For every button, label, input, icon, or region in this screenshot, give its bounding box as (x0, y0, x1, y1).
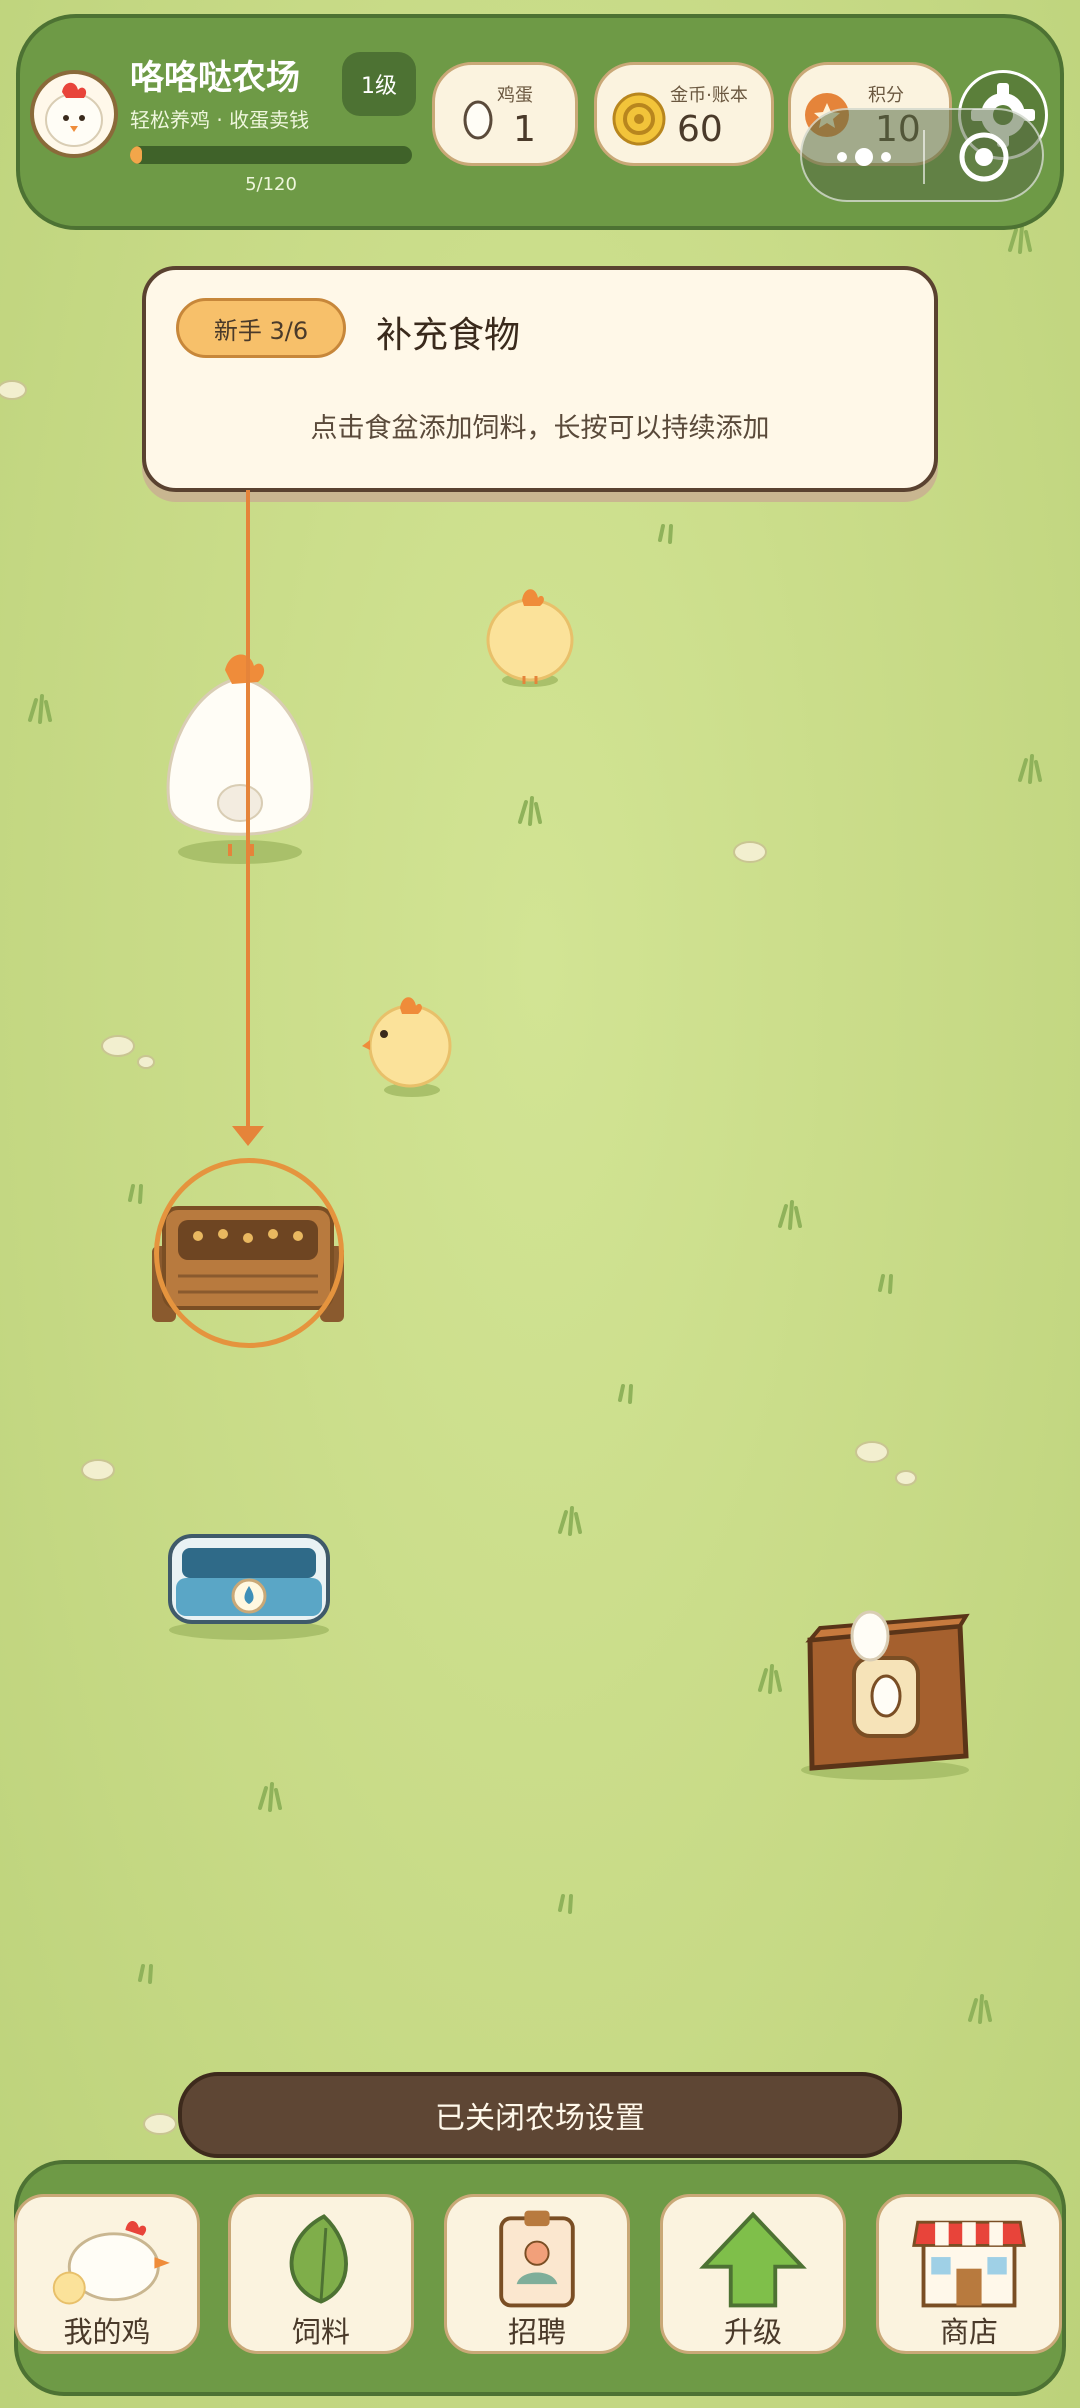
egg-counter[interactable]: 鸡蛋 1 (432, 62, 578, 166)
nav-shop[interactable]: 商店 (876, 2194, 1062, 2354)
xp-progress-fill (130, 146, 142, 164)
leaf-icon (289, 2214, 348, 2304)
xp-progress-bar (130, 146, 412, 164)
nav-upgrade[interactable]: 升级 (660, 2194, 846, 2354)
chicken-face-icon (45, 82, 103, 147)
chick-character[interactable] (360, 990, 460, 1100)
tutorial-title: 补充食物 (376, 315, 521, 356)
tutorial-description: 点击食盆添加饲料，长按可以持续添加 (310, 413, 770, 444)
egg-value: 1 (513, 109, 536, 150)
tutorial-card: 新手 3/6 补充食物 点击食盆添加饲料，长按可以持续添加 (142, 266, 938, 492)
nav-label: 商店 (939, 2315, 998, 2349)
shop-icon (912, 2220, 1026, 2308)
badge-card-icon (499, 2210, 575, 2308)
farm-subtitle: 轻松养鸡 · 收蛋卖钱 (130, 108, 310, 132)
more-menu-icon[interactable] (837, 148, 891, 166)
up-arrow-icon (699, 2211, 807, 2308)
coin-label: 金币·账本 (670, 85, 748, 106)
chick-character[interactable] (480, 580, 580, 690)
water-trough[interactable] (164, 1530, 334, 1640)
tutorial-highlight-ring (154, 1158, 344, 1348)
xp-progress-text: 5/120 (245, 174, 297, 195)
nav-my-chickens[interactable]: 我的鸡 (14, 2194, 200, 2354)
egg-label: 鸡蛋 (497, 85, 533, 106)
nav-label: 饲料 (291, 2315, 350, 2349)
level-badge[interactable]: 1级 (342, 52, 416, 116)
farm-name: 咯咯哒农场 (130, 58, 300, 98)
chicken-icon (52, 2220, 170, 2305)
nav-label: 升级 (723, 2315, 782, 2349)
hen-character[interactable] (150, 648, 330, 868)
tutorial-step-badge: 新手 3/6 (176, 298, 346, 358)
nav-label: 招聘 (507, 2315, 566, 2349)
toast-message: 已关闭农场设置 (178, 2072, 902, 2158)
coin-value: 60 (677, 109, 723, 150)
coin-counter[interactable]: 金币·账本 60 (594, 62, 774, 166)
miniprogram-capsule (800, 108, 1044, 202)
close-capsule-icon[interactable] (959, 132, 1009, 182)
egg-crate[interactable] (790, 1600, 980, 1780)
nav-label: 我的鸡 (63, 2315, 151, 2349)
nav-feed[interactable]: 饲料 (228, 2194, 414, 2354)
nav-recruit[interactable]: 招聘 (444, 2194, 630, 2354)
farm-avatar[interactable] (30, 70, 118, 158)
tutorial-guide-line (246, 490, 250, 1130)
points-label: 积分 (868, 85, 904, 106)
tutorial-arrow-icon (232, 1126, 264, 1146)
